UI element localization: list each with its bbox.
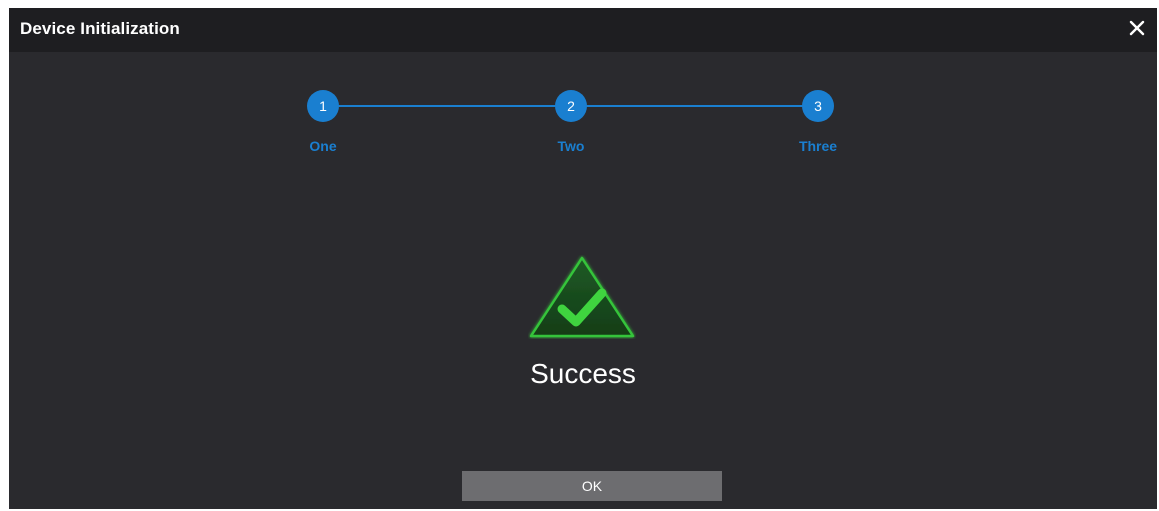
step-progress: 1 One 2 Two 3 Three (9, 8, 1157, 188)
success-message: Success (530, 358, 636, 389)
step-1-label: One (309, 138, 337, 154)
step-connector-1-2 (325, 105, 572, 107)
step-3-label: Three (798, 138, 838, 154)
success-check-icon (529, 256, 635, 338)
step-2-label: Two (557, 138, 585, 154)
step-1-circle: 1 (307, 90, 339, 122)
step-3-circle: 3 (802, 90, 834, 122)
device-initialization-dialog: Device Initialization 1 One 2 Two 3 Thre… (9, 8, 1157, 509)
step-2-circle: 2 (555, 90, 587, 122)
step-connector-2-3 (572, 105, 820, 107)
ok-button[interactable]: OK (462, 471, 722, 501)
